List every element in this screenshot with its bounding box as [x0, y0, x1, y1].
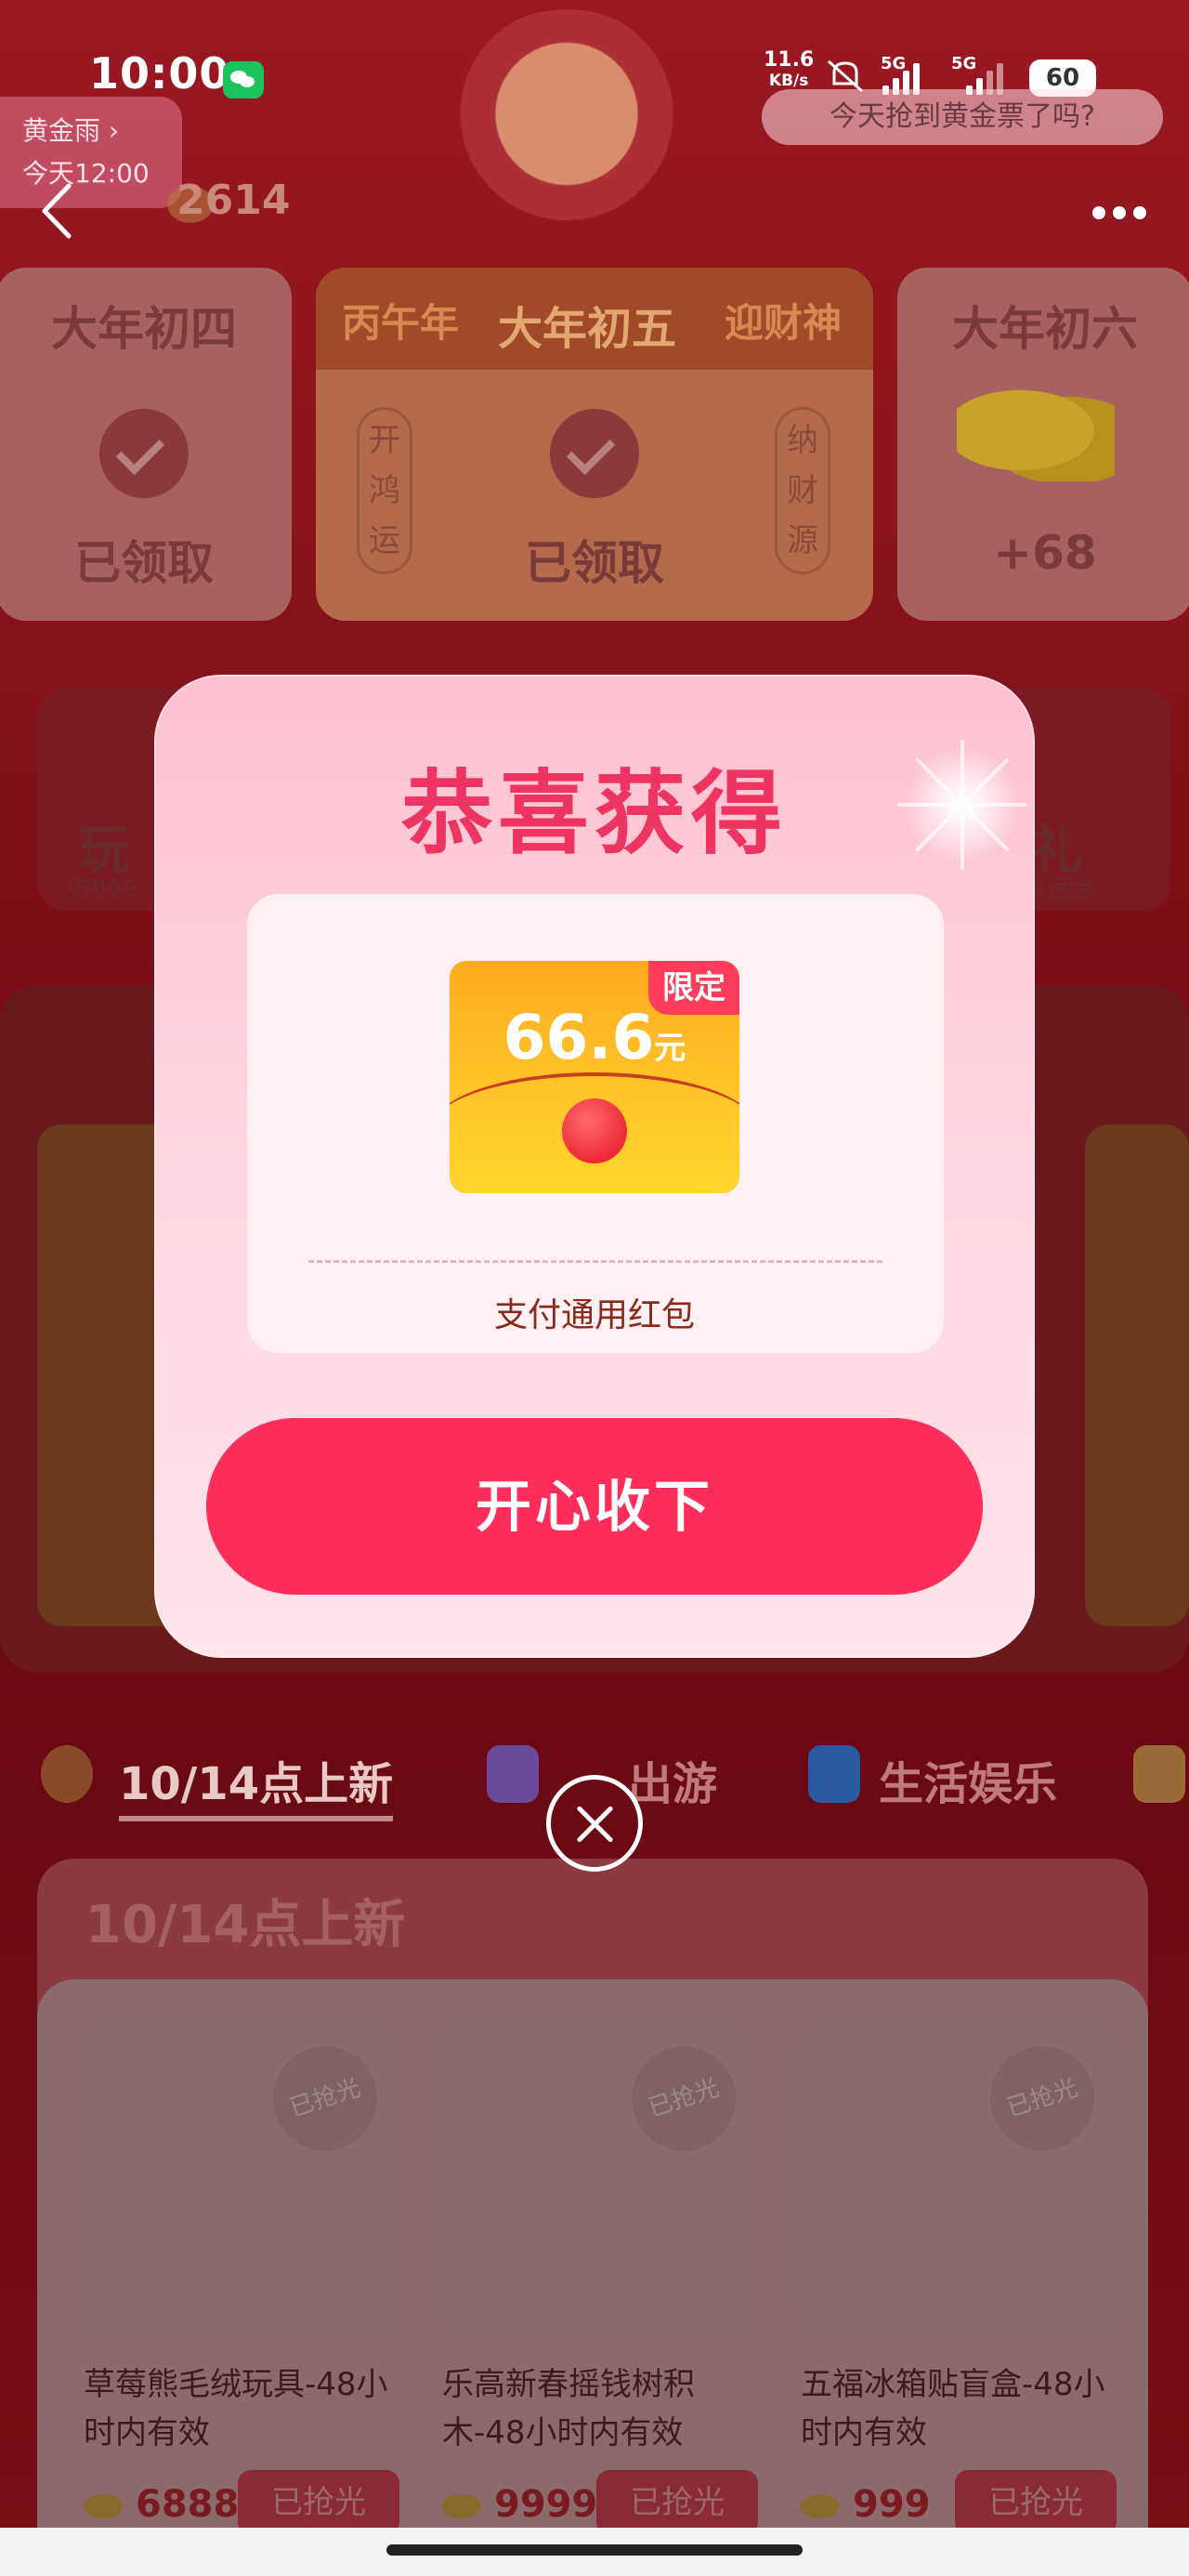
day-card-reward: +68: [993, 526, 1097, 580]
product-image-money-tree: 已抢光: [442, 2026, 758, 2333]
wechat-icon: [223, 61, 264, 99]
net-speed-unit: KB/s: [768, 72, 809, 90]
tab-new-arrivals[interactable]: 10/14点上新: [119, 1747, 394, 1821]
gold-bars-icon: [957, 379, 1115, 481]
dialog-title: 恭喜获得: [400, 761, 788, 867]
list-title: 10/14点上新: [85, 1895, 406, 1955]
net-speed-value: 11.6: [764, 48, 815, 72]
sold-out-button[interactable]: 已抢光: [238, 2470, 399, 2535]
status-time: 10:00: [89, 48, 230, 99]
day-card-header: 丙午年 大年初五 迎财神: [316, 268, 873, 370]
day-card-title: 大年初四: [51, 302, 237, 356]
product-name: 五福冰箱贴盲盒-48小时内有效: [801, 2366, 1105, 2451]
tab-luggage-icon: [487, 1745, 539, 1803]
tab-life-entertainment[interactable]: 生活娱乐: [879, 1747, 1057, 1812]
gold-rain-label: 黄金雨 ›: [22, 115, 120, 146]
reward-label: 支付通用红包: [493, 1296, 695, 1334]
day-card-6[interactable]: 大年初六 +68: [897, 268, 1189, 621]
day-card-title: 大年初六: [952, 302, 1138, 356]
product-image-strawberry-bear: 已抢光: [84, 2026, 399, 2333]
check-icon: [99, 409, 189, 498]
more-options-icon[interactable]: [1092, 206, 1148, 221]
speech-bubble: 今天抢到黄金票了吗?: [762, 89, 1163, 145]
product-price: 999: [801, 2483, 931, 2526]
product-price: 9999: [442, 2483, 597, 2526]
promo-left-sub: 得999: [67, 875, 137, 903]
tag-left: 丙午年: [342, 300, 460, 346]
dashed-divider: [308, 1260, 882, 1263]
reward-dialog: 恭喜获得 66.6元 限定 支付通用红包 开心收下: [154, 675, 1037, 1658]
check-icon: [550, 409, 639, 498]
back-arrow-icon[interactable]: [39, 182, 72, 240]
day-card-state: 已领取: [74, 536, 214, 590]
limited-badge: 限定: [648, 961, 739, 1015]
product-image-fridge-magnets: 已抢光: [801, 2026, 1117, 2333]
day-card-title: 大年初五: [498, 303, 677, 355]
reward-currency: 元: [654, 1030, 686, 1067]
sold-out-button[interactable]: 已抢光: [955, 2470, 1117, 2535]
tab-apple-icon: [41, 1745, 93, 1803]
sold-out-button[interactable]: 已抢光: [596, 2470, 758, 2535]
sold-out-stamp: 已抢光: [618, 2032, 750, 2164]
close-icon[interactable]: [546, 1775, 643, 1872]
gold-rain-entry[interactable]: 黄金雨 › 今天12:00: [0, 97, 182, 208]
day-card-state: 已领取: [525, 536, 664, 590]
home-indicator-bar[interactable]: [386, 2544, 803, 2556]
product-price: 6888: [84, 2483, 239, 2526]
tab-travel[interactable]: 出游: [628, 1747, 717, 1812]
tab-cart-icon: [1133, 1745, 1185, 1803]
envelope-seal: [562, 1098, 627, 1163]
coin-count: 2614: [176, 177, 291, 224]
day-card-5[interactable]: 丙午年 大年初五 迎财神 开鸿运 纳财源 已领取: [316, 268, 873, 621]
accept-button[interactable]: 开心收下: [206, 1418, 983, 1595]
mute-bell-icon: [828, 59, 863, 93]
red-envelope-icon: 66.6元 限定: [450, 961, 739, 1193]
mascot-image: [446, 9, 687, 242]
sold-out-stamp: 已抢光: [259, 2032, 391, 2164]
tag-right: 迎财神: [725, 300, 843, 346]
reward-amount: 66.6: [503, 1002, 655, 1073]
product-name: 草莓熊毛绒玩具-48小时内有效: [84, 2366, 388, 2451]
product-name: 乐高新春摇钱树积木-48小时内有效: [442, 2366, 695, 2451]
net-speed: 11.6 KB/s: [764, 50, 814, 91]
sold-out-stamp: 已抢光: [976, 2032, 1108, 2164]
tab-clapper-icon: [808, 1745, 860, 1803]
day-card-4[interactable]: 大年初四 已领取: [0, 268, 292, 621]
ghost-card-right: [1085, 1124, 1189, 1626]
